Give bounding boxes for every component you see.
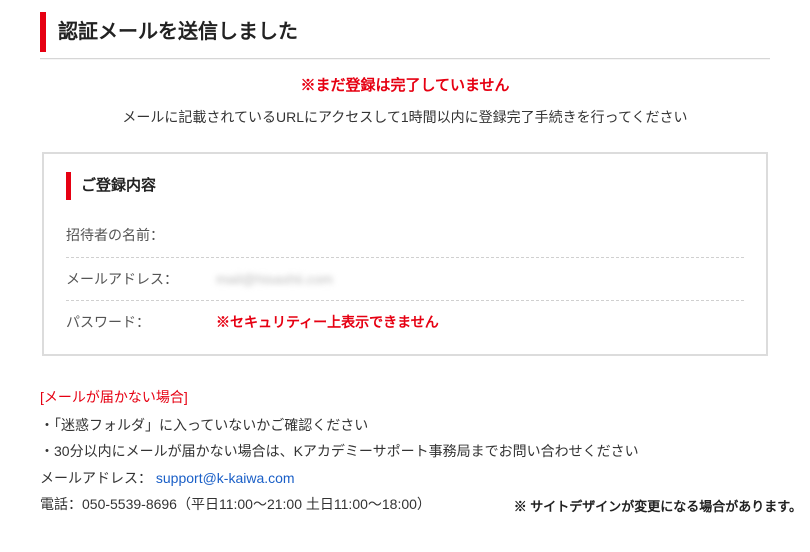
box-title: ご登録内容 [66,172,744,200]
password-label: パスワード： [66,311,216,333]
contact-email-label: メールアドレス： [40,470,152,486]
instruction-text: メールに記載されているURLにアクセスして1時間以内に登録完了手続きを行ってくだ… [40,106,770,128]
page-title-block: 認証メールを送信しました [40,12,770,52]
field-row-inviter: 招待者の名前： [66,214,744,257]
password-value: ※セキュリティー上表示できません [216,311,744,333]
help-title: [メールが届かない場合] [40,386,770,408]
help-line-2: 30分以内にメールが届かない場合は、Kアカデミーサポート事務局までお問い合わせく… [40,440,770,462]
registration-details-box: ご登録内容 招待者の名前： メールアドレス： mail@hisashii.com… [42,152,768,355]
warning-text: ※まだ登録は完了していません [40,74,770,98]
field-row-password: パスワード： ※セキュリティー上表示できません [66,301,744,343]
field-row-email: メールアドレス： mail@hisashii.com [66,258,744,301]
help-line-1: 「迷惑フォルダ」に入っていないかご確認ください [40,414,770,436]
page-title: 認証メールを送信しました [58,16,770,48]
support-email-link[interactable]: support@k-kaiwa.com [156,470,295,486]
email-value: mail@hisashii.com [216,268,744,290]
title-divider [40,58,770,60]
inviter-label: 招待者の名前： [66,224,216,246]
email-label: メールアドレス： [66,268,216,290]
contact-email-line: メールアドレス： support@k-kaiwa.com [40,467,770,489]
design-change-footnote: ※ サイトデザインが変更になる場合があります。 [514,497,802,518]
